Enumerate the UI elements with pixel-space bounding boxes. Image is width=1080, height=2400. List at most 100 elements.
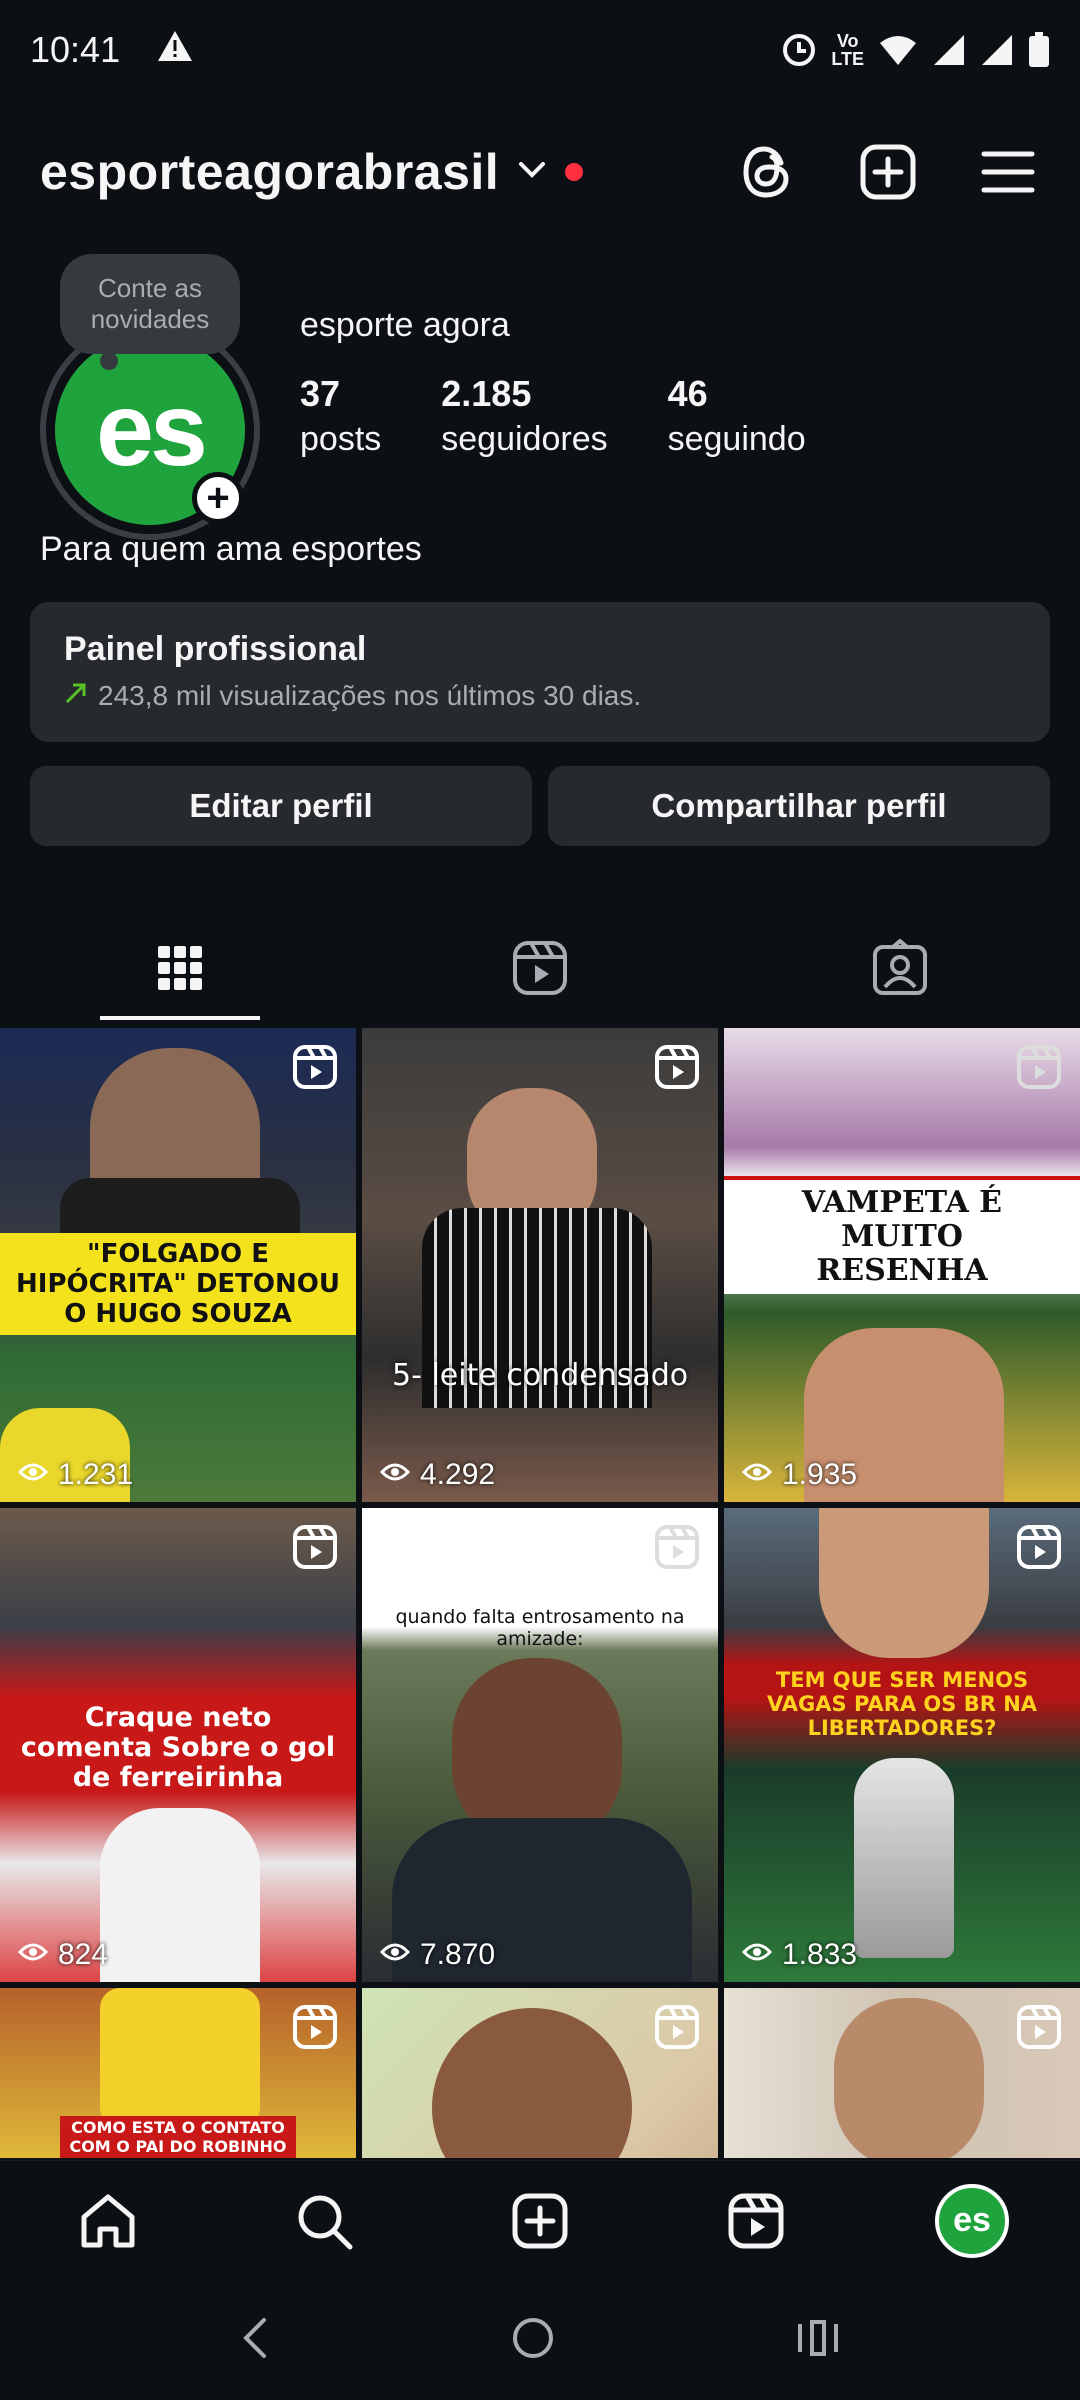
post-thumbnail[interactable] xyxy=(724,1988,1080,2158)
note-line-2: novidades xyxy=(90,304,210,334)
threads-icon[interactable] xyxy=(736,140,800,204)
menu-icon[interactable] xyxy=(976,140,1040,204)
professional-dashboard[interactable]: Painel profissional 243,8 mil visualizaç… xyxy=(30,602,1050,742)
warning-icon xyxy=(156,29,194,72)
post-thumbnail[interactable]: quando falta entrosamento na amizade: 7.… xyxy=(362,1508,718,1982)
share-profile-button[interactable]: Compartilhar perfil xyxy=(548,766,1050,846)
reel-icon xyxy=(1017,1045,1061,1089)
reel-icon xyxy=(655,1045,699,1089)
stat-posts[interactable]: 37 posts xyxy=(300,372,381,462)
tab-reels[interactable] xyxy=(360,920,720,1020)
wifi-icon xyxy=(878,33,918,67)
signal-icon-2 xyxy=(980,33,1014,67)
account-switcher[interactable]: esporteagorabrasil xyxy=(40,143,584,201)
stat-following[interactable]: 46 seguindo xyxy=(668,372,806,462)
signal-icon xyxy=(932,33,966,67)
post-thumbnail[interactable]: VAMPETA É MUITO RESENHA 1.935 xyxy=(724,1028,1080,1502)
pro-panel-subtitle: 243,8 mil visualizações nos últimos 30 d… xyxy=(98,680,642,711)
status-time: 10:41 xyxy=(30,29,121,70)
create-icon[interactable] xyxy=(856,140,920,204)
post-thumbnail[interactable]: COMO ESTA O CONTATO COM O PAI DO ROBINHO… xyxy=(0,1988,356,2158)
post-caption: "FOLGADO E HIPÓCRITA" DETONOU O HUGO SOU… xyxy=(0,1233,356,1335)
add-story-icon[interactable]: + xyxy=(192,472,244,524)
stat-followers[interactable]: 2.185 seguidores xyxy=(441,372,607,462)
create-post-icon[interactable] xyxy=(500,2181,580,2261)
eye-icon xyxy=(741,1938,773,1972)
reel-icon xyxy=(1017,1525,1061,1569)
volte-indicator: Vo LTE xyxy=(831,31,864,69)
view-count: 1.231 xyxy=(17,1458,134,1492)
stat-value: 46 xyxy=(667,373,708,414)
stat-label: posts xyxy=(300,420,382,458)
notification-dot xyxy=(565,163,584,181)
view-count: 824 xyxy=(17,1938,109,1972)
post-caption: quando falta entrosamento na amizade: xyxy=(395,1606,685,1650)
post-thumbnail[interactable]: Craque neto comenta Sobre o gol de ferre… xyxy=(0,1508,356,1982)
edit-profile-button[interactable]: Editar perfil xyxy=(30,766,532,846)
eye-icon xyxy=(379,1458,411,1492)
reel-icon xyxy=(293,1525,337,1569)
reel-icon xyxy=(1017,2005,1061,2049)
reels-icon xyxy=(511,939,569,1002)
tagged-icon xyxy=(871,937,929,1002)
chevron-down-icon xyxy=(517,160,547,185)
active-tab-indicator xyxy=(100,1016,260,1020)
tab-tagged[interactable] xyxy=(720,920,1080,1020)
view-count-value: 1.231 xyxy=(58,1458,134,1491)
profile-tabs xyxy=(0,920,1080,1020)
view-count-value: 824 xyxy=(58,1938,109,1971)
eye-icon xyxy=(17,1458,49,1492)
bottom-navigation: es xyxy=(0,2160,1080,2280)
stat-label: seguidores xyxy=(441,420,608,458)
view-count: 4.292 xyxy=(379,1458,496,1492)
bio: Para quem ama esportes xyxy=(40,530,422,568)
view-count-value: 1.833 xyxy=(782,1938,858,1971)
posts-grid: "FOLGADO E HIPÓCRITA" DETONOU O HUGO SOU… xyxy=(0,1028,1080,2158)
pro-panel-title: Painel profissional xyxy=(64,630,367,668)
post-caption: VAMPETA É MUITO RESENHA xyxy=(724,1176,1080,1294)
post-thumbnail[interactable]: 5- leite condensado 4.292 xyxy=(362,1028,718,1502)
battery-icon xyxy=(1028,32,1050,68)
view-count-value: 7.870 xyxy=(420,1938,496,1971)
alarm-sync-icon xyxy=(781,32,817,68)
stat-label: seguindo xyxy=(667,420,806,458)
post-thumbnail[interactable] xyxy=(362,1988,718,2158)
reel-icon xyxy=(655,2005,699,2049)
system-navigation xyxy=(0,2280,1080,2400)
username: esporteagorabrasil xyxy=(40,144,500,200)
note-bubble[interactable]: Conte as novidades xyxy=(60,254,240,354)
reel-icon xyxy=(293,2005,337,2049)
home-button-icon[interactable] xyxy=(511,2316,555,2365)
stat-value: 2.185 xyxy=(441,373,532,414)
eye-icon xyxy=(379,1938,411,1972)
eye-icon xyxy=(17,1938,49,1972)
back-icon[interactable] xyxy=(240,2316,270,2365)
home-icon[interactable] xyxy=(68,2181,148,2261)
post-caption: TEM QUE SER MENOS VAGAS PARA OS BR NA LI… xyxy=(766,1668,1038,1740)
note-line-1: Conte as xyxy=(97,273,203,303)
reel-icon xyxy=(655,1525,699,1569)
status-bar: 10:41 Vo LTE xyxy=(0,0,1080,100)
profile-header: esporteagorabrasil xyxy=(40,130,1040,214)
reels-nav-icon[interactable] xyxy=(716,2181,796,2261)
avatar: es xyxy=(935,2183,1009,2258)
post-caption: 5- leite condensado xyxy=(392,1358,689,1393)
post-thumbnail[interactable]: "FOLGADO E HIPÓCRITA" DETONOU O HUGO SOU… xyxy=(0,1028,356,1502)
trend-up-icon xyxy=(64,679,88,713)
post-caption: Craque neto comenta Sobre o gol de ferre… xyxy=(20,1702,336,1793)
post-thumbnail[interactable]: TEM QUE SER MENOS VAGAS PARA OS BR NA LI… xyxy=(724,1508,1080,1982)
tab-grid[interactable] xyxy=(0,920,360,1020)
view-count: 1.935 xyxy=(741,1458,857,1492)
reel-icon xyxy=(293,1045,337,1089)
view-count: 7.870 xyxy=(379,1938,496,1972)
view-count: 1.833 xyxy=(741,1938,858,1972)
post-caption: COMO ESTA O CONTATO COM O PAI DO ROBINHO… xyxy=(60,2116,296,2158)
grid-icon xyxy=(156,944,204,997)
profile-nav-avatar[interactable]: es xyxy=(932,2181,1012,2261)
display-name: esporte agora xyxy=(300,306,510,344)
view-count-value: 4.292 xyxy=(420,1458,496,1491)
recent-apps-icon[interactable] xyxy=(796,2318,840,2363)
search-icon[interactable] xyxy=(284,2181,364,2261)
profile-stats: 37 posts 2.185 seguidores 46 seguindo xyxy=(300,372,806,462)
stat-value: 37 xyxy=(300,373,341,414)
